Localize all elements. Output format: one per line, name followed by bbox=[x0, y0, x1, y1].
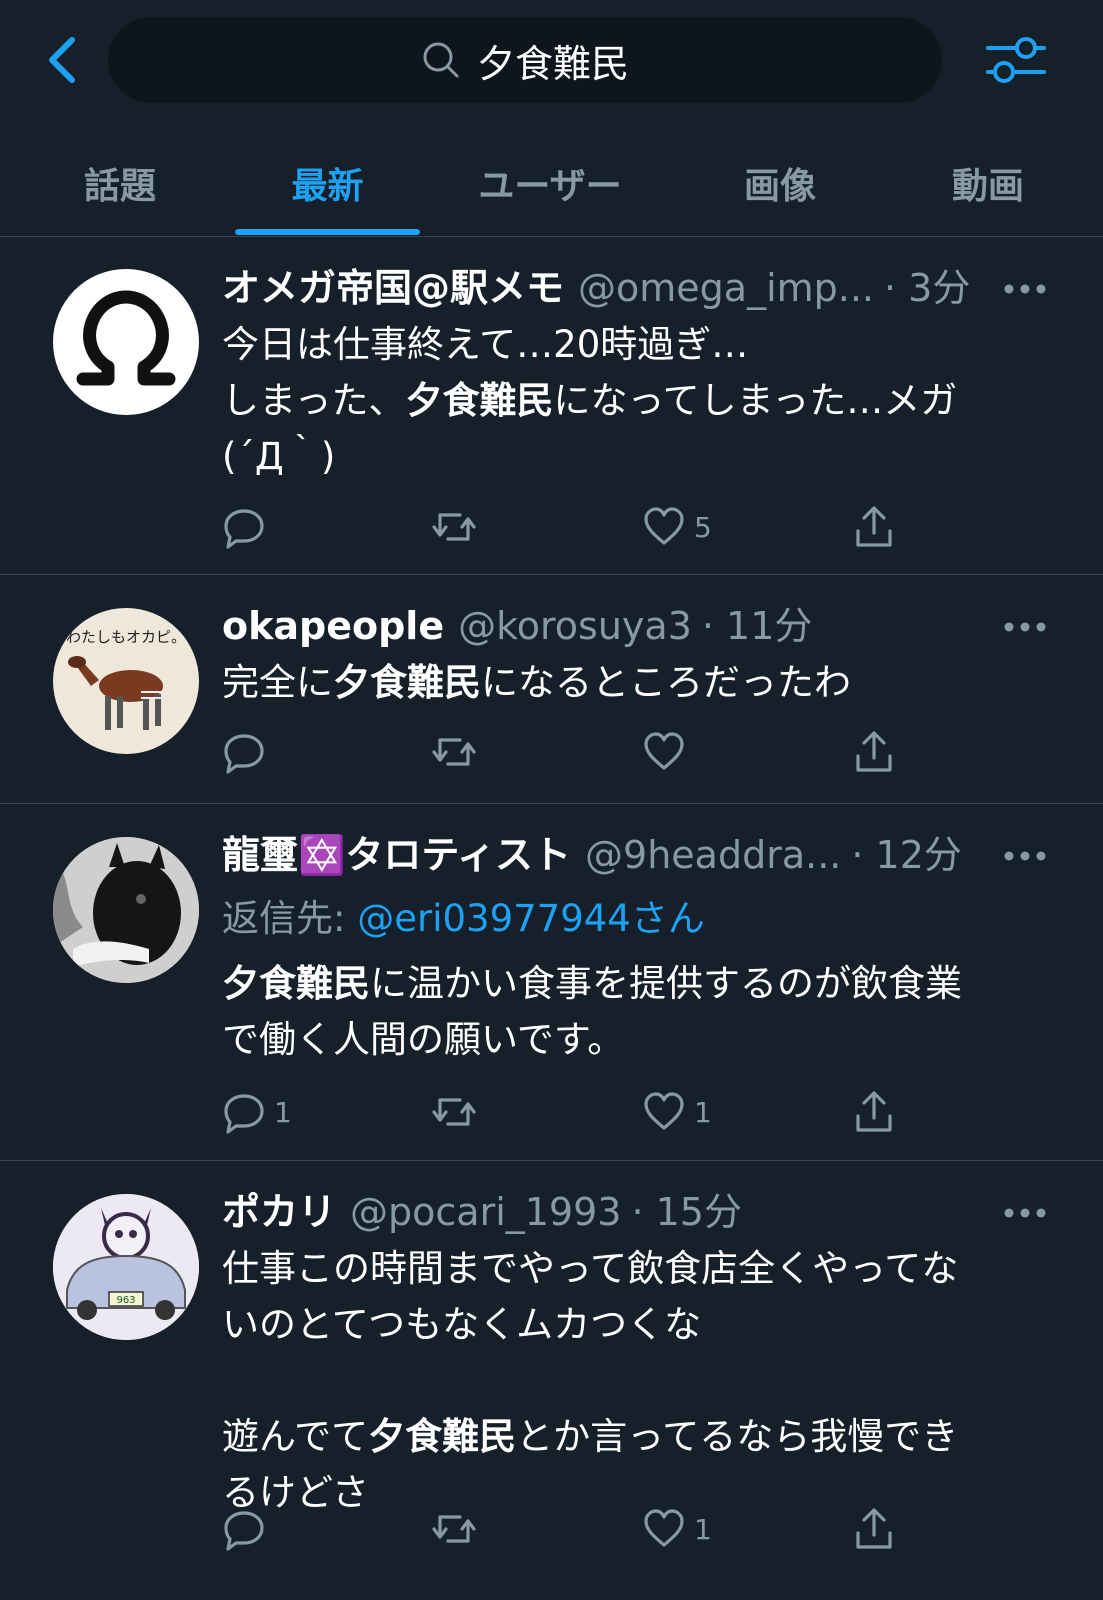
tweet-text: 仕事この時間までやって飲食店全くやってな いのとてつもなくムカつくな 遊んでて夕… bbox=[222, 1247, 959, 1514]
heart-icon bbox=[644, 1509, 684, 1547]
display-name[interactable]: ポカリ bbox=[222, 1181, 336, 1236]
reply-icon bbox=[224, 1511, 264, 1551]
retweet-button[interactable] bbox=[432, 502, 476, 552]
tab-latest[interactable]: 最新 bbox=[235, 130, 420, 235]
search-input[interactable]: 夕食難民 bbox=[108, 17, 942, 103]
share-button[interactable] bbox=[852, 1087, 896, 1137]
more-options-icon[interactable] bbox=[1003, 621, 1047, 633]
reply-button[interactable] bbox=[222, 502, 274, 552]
retweet-button[interactable] bbox=[432, 727, 476, 777]
dark-creature-image bbox=[53, 837, 199, 983]
like-button[interactable]: 5 bbox=[642, 502, 712, 552]
user-handle[interactable]: @pocari_1993 bbox=[350, 1190, 621, 1234]
share-icon bbox=[856, 506, 892, 547]
reply-to-label: 返信先: bbox=[222, 897, 346, 940]
timestamp[interactable]: · 3分 bbox=[884, 257, 970, 312]
avatar[interactable]: わたしもオカピ。 bbox=[53, 608, 199, 754]
search-tabs: 話題 最新 ユーザー 画像 動画 bbox=[0, 130, 1103, 237]
search-highlight: 夕食難民 bbox=[333, 661, 481, 704]
tweet-header: okapeople @korosuya3 · 11分 bbox=[222, 595, 812, 650]
reply-count: 1 bbox=[274, 1095, 292, 1129]
user-handle[interactable]: @korosuya3 bbox=[458, 604, 692, 648]
timestamp[interactable]: · 12分 bbox=[851, 824, 962, 879]
like-count: 1 bbox=[694, 1512, 712, 1546]
filter-settings-icon[interactable] bbox=[984, 28, 1048, 92]
retweet-icon bbox=[432, 1098, 476, 1126]
reply-button[interactable] bbox=[222, 727, 274, 777]
reply-icon bbox=[224, 509, 264, 549]
reply-context: 返信先: @eri03977944さん bbox=[222, 888, 705, 942]
retweet-button[interactable] bbox=[432, 1087, 476, 1137]
back-arrow-icon[interactable] bbox=[38, 30, 88, 90]
display-name[interactable]: okapeople bbox=[222, 604, 444, 648]
tweet[interactable]: 963 ポカリ @pocari_1993 · 15分 仕事この時間までやって飲食… bbox=[0, 1161, 1103, 1600]
tweet[interactable]: 龍璽✡️タロティスト @9headdra... · 12分 返信先: @eri0… bbox=[0, 804, 1103, 1161]
like-count: 5 bbox=[694, 510, 712, 544]
tweet-text: 完全に夕食難民になるところだったわ bbox=[222, 661, 851, 704]
svg-text:わたしもオカピ。: わたしもオカピ。 bbox=[66, 628, 186, 646]
tweet-text: 夕食難民に温かい食事を提供するのが飲食業 で働く人間の願いです。 bbox=[222, 962, 962, 1061]
search-highlight: 夕食難民 bbox=[222, 962, 370, 1005]
tweet-actions: 1 bbox=[222, 1504, 922, 1554]
more-options-icon[interactable] bbox=[1003, 1207, 1047, 1219]
like-button[interactable]: 1 bbox=[642, 1504, 712, 1554]
heart-icon bbox=[644, 732, 684, 770]
share-icon bbox=[856, 1091, 892, 1132]
search-highlight: 夕食難民 bbox=[368, 1415, 517, 1458]
share-button[interactable] bbox=[852, 727, 896, 777]
top-bar: 夕食難民 bbox=[0, 0, 1103, 120]
reply-button[interactable] bbox=[222, 1504, 274, 1554]
tab-images[interactable]: 画像 bbox=[710, 130, 850, 235]
retweet-icon bbox=[432, 738, 476, 766]
share-icon bbox=[856, 1508, 892, 1549]
tweet-header: ポカリ @pocari_1993 · 15分 bbox=[222, 1181, 742, 1236]
like-count: 1 bbox=[694, 1095, 712, 1129]
share-button[interactable] bbox=[852, 502, 896, 552]
avatar[interactable]: 963 bbox=[53, 1194, 199, 1340]
share-icon bbox=[856, 731, 892, 772]
more-options-icon[interactable] bbox=[1003, 283, 1047, 295]
tab-videos[interactable]: 動画 bbox=[918, 130, 1058, 235]
more-options-icon[interactable] bbox=[1003, 850, 1047, 862]
tweet[interactable]: オメガ帝国@駅メモ @omega_imp... · 3分 今日は仕事終えて…20… bbox=[0, 237, 1103, 575]
retweet-icon bbox=[432, 1515, 476, 1543]
svg-text:963: 963 bbox=[116, 1295, 135, 1306]
search-icon bbox=[423, 42, 459, 78]
search-query: 夕食難民 bbox=[476, 41, 629, 86]
tab-users[interactable]: ユーザー bbox=[460, 130, 640, 235]
reply-button[interactable]: 1 bbox=[222, 1087, 292, 1137]
timestamp[interactable]: · 15分 bbox=[631, 1181, 742, 1236]
reply-icon bbox=[224, 1094, 264, 1134]
avatar[interactable] bbox=[53, 269, 199, 415]
okapi-image: わたしもオカピ。 bbox=[66, 628, 186, 730]
character-car-image: 963 bbox=[53, 1194, 199, 1340]
tweet[interactable]: わたしもオカピ。 okapeople @korosuya3 · 11分 完全に夕… bbox=[0, 575, 1103, 804]
user-handle[interactable]: @9headdra... bbox=[585, 833, 841, 877]
heart-icon bbox=[644, 507, 684, 545]
display-name[interactable]: 龍璽✡️タロティスト bbox=[222, 824, 571, 879]
tweet-actions: 5 bbox=[222, 502, 922, 552]
like-button[interactable] bbox=[642, 727, 694, 777]
heart-icon bbox=[644, 1092, 684, 1130]
tweet-actions bbox=[222, 727, 922, 777]
reply-to-user-link[interactable]: @eri03977944さん bbox=[357, 897, 705, 940]
omega-logo-icon bbox=[76, 290, 176, 386]
tweet-header: オメガ帝国@駅メモ @omega_imp... · 3分 bbox=[222, 257, 970, 312]
tab-topics[interactable]: 話題 bbox=[50, 130, 190, 235]
tweet-actions: 1 1 bbox=[222, 1087, 922, 1137]
tweet-text: 今日は仕事終えて…20時過ぎ… しまった、夕食難民になってしまった…メガ (´Д… bbox=[222, 323, 958, 478]
like-button[interactable]: 1 bbox=[642, 1087, 712, 1137]
share-button[interactable] bbox=[852, 1504, 896, 1554]
retweet-icon bbox=[432, 513, 476, 541]
reply-icon bbox=[224, 734, 264, 774]
avatar[interactable] bbox=[53, 837, 199, 983]
user-handle[interactable]: @omega_imp... bbox=[578, 266, 874, 310]
active-tab-indicator bbox=[235, 229, 420, 235]
search-highlight: 夕食難民 bbox=[405, 379, 554, 422]
display-name[interactable]: オメガ帝国@駅メモ bbox=[222, 257, 564, 312]
tweet-header: 龍璽✡️タロティスト @9headdra... · 12分 bbox=[222, 824, 962, 879]
timestamp[interactable]: · 11分 bbox=[702, 595, 813, 650]
retweet-button[interactable] bbox=[432, 1504, 476, 1554]
